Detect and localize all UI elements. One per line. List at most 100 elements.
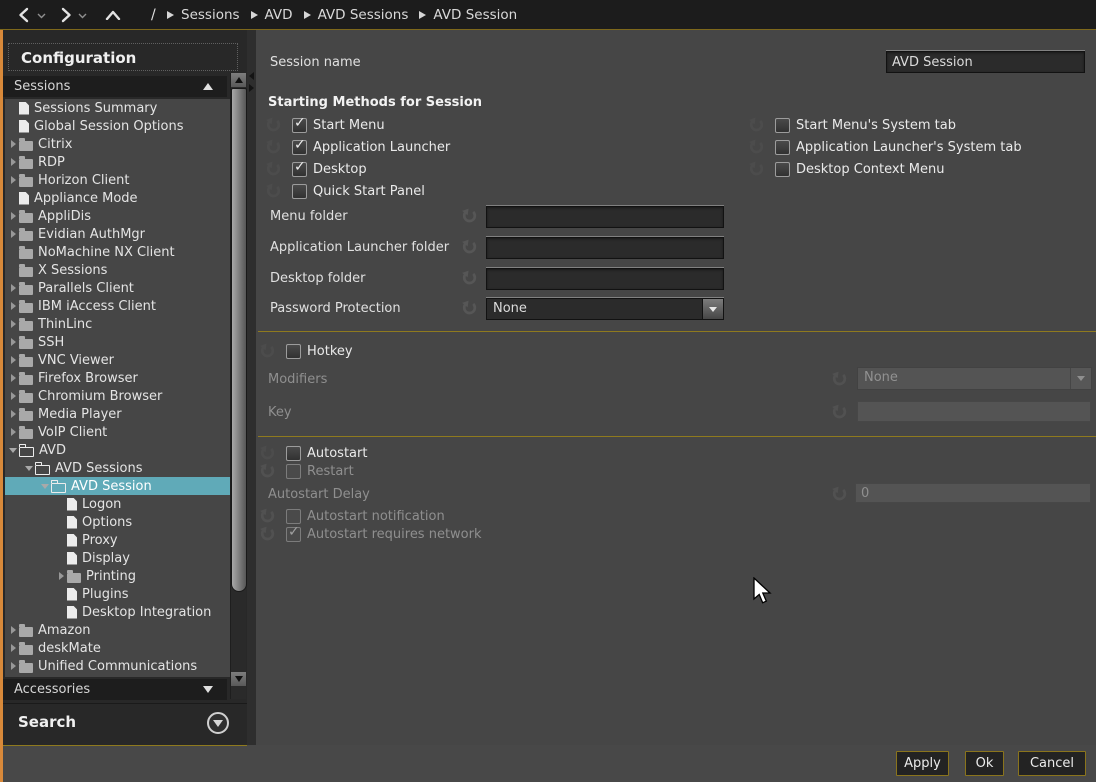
revert-icon[interactable] — [265, 183, 282, 200]
revert-icon[interactable] — [265, 117, 282, 134]
revert-icon[interactable] — [265, 161, 282, 178]
tree-item[interactable]: AVD — [5, 441, 230, 459]
tree-item[interactable]: Horizon Client — [5, 171, 230, 189]
breadcrumb-item[interactable]: Sessions — [167, 7, 240, 23]
checkbox[interactable]: ✓ — [775, 140, 790, 155]
tree-item[interactable]: VNC Viewer — [5, 351, 230, 369]
tree-item[interactable]: Global Session Options — [5, 117, 230, 135]
tree-item[interactable]: IBM iAccess Client — [5, 297, 230, 315]
checkbox[interactable]: ✓ — [292, 162, 307, 177]
scroll-up-icon[interactable] — [231, 73, 246, 87]
checkbox[interactable]: ✓ — [775, 118, 790, 133]
expand-arrow-icon[interactable] — [7, 391, 19, 401]
tree-item[interactable]: Sessions Summary — [5, 99, 230, 117]
expand-arrow-icon[interactable] — [7, 643, 19, 653]
tree-item[interactable]: Evidian AuthMgr — [5, 225, 230, 243]
back-icon[interactable] — [17, 7, 32, 23]
tree-item[interactable]: Display — [5, 549, 230, 567]
tree-item[interactable]: Options — [5, 513, 230, 531]
tree-item[interactable]: Parallels Client — [5, 279, 230, 297]
scroll-down-icon[interactable] — [231, 672, 246, 686]
expand-arrow-icon[interactable] — [7, 229, 19, 239]
tree-item[interactable]: deskMate — [5, 639, 230, 657]
tree-item[interactable]: Printing — [5, 567, 230, 585]
expand-arrow-icon[interactable] — [7, 211, 19, 221]
tree-item[interactable]: Media Player — [5, 405, 230, 423]
expand-arrow-icon[interactable] — [55, 571, 67, 581]
expand-arrow-icon[interactable] — [7, 427, 19, 437]
breadcrumb-root[interactable]: / — [151, 0, 156, 30]
tree-item[interactable]: Chromium Browser — [5, 387, 230, 405]
tree-item[interactable]: SSH — [5, 333, 230, 351]
hotkey-checkbox[interactable]: ✓ — [286, 344, 301, 359]
expand-arrow-icon[interactable] — [7, 157, 19, 167]
tree-item[interactable]: Desktop Integration — [5, 603, 230, 621]
expand-arrow-icon[interactable] — [7, 283, 19, 293]
expand-arrow-icon[interactable] — [7, 373, 19, 383]
forward-icon[interactable] — [58, 7, 73, 23]
tree-item[interactable]: VoIP Client — [5, 423, 230, 441]
tree-item[interactable]: ThinLinc — [5, 315, 230, 333]
accordion-accessories[interactable]: Accessories — [3, 679, 227, 700]
revert-icon[interactable] — [461, 208, 478, 225]
apply-button[interactable]: Apply — [896, 751, 949, 776]
tree-item[interactable]: Logon — [5, 495, 230, 513]
tree-item[interactable]: Plugins — [5, 585, 230, 603]
sidebar-scrollbar[interactable] — [230, 73, 246, 699]
tree-item[interactable]: NoMachine NX Client — [5, 243, 230, 261]
expand-arrow-icon[interactable] — [7, 139, 19, 149]
checkbox[interactable]: ✓ — [292, 184, 307, 199]
app-launcher-folder-input[interactable] — [486, 237, 724, 259]
desktop-folder-input[interactable] — [486, 268, 724, 290]
breadcrumb-item[interactable]: AVD Session — [419, 7, 517, 23]
expand-arrow-icon[interactable] — [7, 175, 19, 185]
tree-item[interactable]: AVD Sessions — [5, 459, 230, 477]
breadcrumb-item[interactable]: AVD Sessions — [304, 7, 409, 23]
collapse-arrow-icon[interactable] — [39, 481, 51, 491]
cancel-button[interactable]: Cancel — [1018, 751, 1086, 776]
tree-item[interactable]: X Sessions — [5, 261, 230, 279]
tree-item[interactable]: Amazon — [5, 621, 230, 639]
session-name-input[interactable] — [886, 51, 1085, 73]
tree-item[interactable]: AppliDis — [5, 207, 230, 225]
expand-arrow-icon[interactable] — [7, 625, 19, 635]
back-dropdown-icon[interactable] — [37, 13, 46, 19]
revert-icon[interactable] — [461, 270, 478, 287]
revert-icon[interactable] — [259, 445, 276, 462]
panel-splitter[interactable] — [247, 30, 256, 745]
expand-arrow-icon[interactable] — [7, 661, 19, 671]
tree-item[interactable]: AVD Session — [5, 477, 230, 495]
collapse-arrow-icon[interactable] — [7, 445, 19, 455]
splitter-right-icon[interactable] — [249, 84, 254, 92]
expand-arrow-icon[interactable] — [7, 337, 19, 347]
scrollbar-thumb[interactable] — [231, 88, 247, 592]
expand-arrow-icon[interactable] — [7, 319, 19, 329]
tree-item[interactable]: Appliance Mode — [5, 189, 230, 207]
checkbox[interactable]: ✓ — [775, 162, 790, 177]
revert-icon[interactable] — [748, 161, 765, 178]
checkbox[interactable]: ✓ — [292, 118, 307, 133]
tree-item[interactable]: Citrix — [5, 135, 230, 153]
password-protection-select[interactable]: None — [486, 298, 724, 320]
collapse-arrow-icon[interactable] — [23, 463, 35, 473]
tree-item[interactable]: RDP — [5, 153, 230, 171]
tree-item[interactable]: Proxy — [5, 531, 230, 549]
checkbox[interactable]: ✓ — [292, 140, 307, 155]
splitter-left-icon[interactable] — [249, 72, 254, 80]
accordion-sessions[interactable]: Sessions — [3, 76, 227, 97]
ok-button[interactable]: Ok — [965, 751, 1004, 776]
revert-icon[interactable] — [748, 139, 765, 156]
revert-icon[interactable] — [461, 300, 478, 317]
up-icon[interactable] — [105, 10, 121, 20]
tree-item[interactable]: Unified Communications — [5, 657, 230, 675]
dropdown-arrow-icon[interactable] — [702, 299, 723, 319]
expand-arrow-icon[interactable] — [7, 301, 19, 311]
breadcrumb-item[interactable]: AVD — [251, 7, 293, 23]
search-expand-button[interactable] — [207, 712, 229, 734]
menu-folder-input[interactable] — [486, 206, 724, 228]
revert-icon[interactable] — [461, 239, 478, 256]
expand-arrow-icon[interactable] — [7, 409, 19, 419]
revert-icon[interactable] — [259, 343, 276, 360]
forward-dropdown-icon[interactable] — [78, 13, 87, 19]
revert-icon[interactable] — [265, 139, 282, 156]
